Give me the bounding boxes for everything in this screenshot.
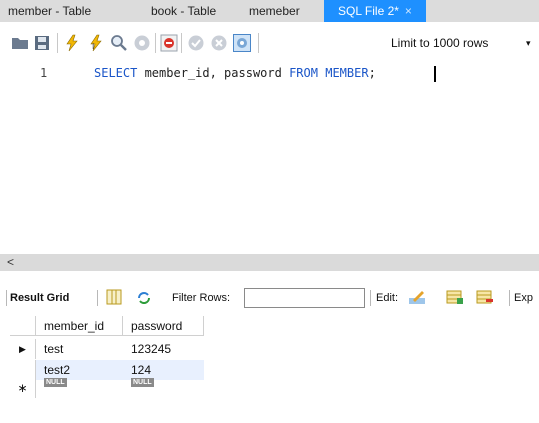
new-row-cell[interactable]: NULL — [123, 376, 204, 396]
table-cell[interactable]: test — [36, 339, 123, 359]
toolbar-separator — [57, 33, 58, 53]
svg-text:I: I — [92, 42, 94, 51]
new-row-cell[interactable]: NULL — [36, 376, 123, 396]
toolbar-separator — [509, 290, 510, 306]
toolbar-separator — [6, 290, 7, 306]
rollback-icon[interactable] — [210, 34, 228, 52]
edit-pencil-icon[interactable] — [407, 288, 427, 306]
add-row-icon[interactable] — [446, 288, 464, 306]
column-header-password[interactable]: password — [123, 316, 204, 336]
sql-keyword-select: SELECT — [94, 66, 138, 80]
toolbar-separator — [155, 33, 156, 53]
execute-lightning-icon[interactable] — [63, 34, 81, 52]
line-number: 1 — [40, 66, 48, 80]
row-indicator-arrow: ▶ — [10, 339, 36, 359]
limit-rows-select[interactable]: Limit to 1000 rows — [391, 36, 488, 50]
table-cell[interactable]: 123245 — [123, 339, 204, 359]
tab-book-table[interactable]: book - Table — [118, 0, 223, 22]
sql-columns: member_id, password — [137, 66, 290, 80]
sql-editor[interactable] — [0, 62, 539, 254]
edit-label: Edit: — [376, 292, 399, 304]
autocommit-toggle-icon[interactable] — [233, 34, 251, 52]
delete-row-icon[interactable] — [476, 288, 494, 306]
execute-current-icon[interactable]: I — [87, 34, 105, 52]
tab-sql-file-2-label: SQL File 2* — [338, 4, 399, 18]
close-icon[interactable]: × — [405, 0, 412, 22]
result-grid-label[interactable]: Result Grid — [10, 292, 69, 304]
toolbar-separator — [181, 33, 182, 53]
sql-keyword-from: FROM — [289, 66, 318, 80]
export-label[interactable]: Exp — [514, 292, 533, 304]
null-badge: NULL — [131, 378, 154, 387]
tab-member-table[interactable]: member - Table — [0, 0, 118, 22]
refresh-icon[interactable] — [136, 290, 152, 306]
commit-icon[interactable] — [187, 34, 205, 52]
grid-view-icon[interactable] — [106, 289, 122, 305]
scroll-left-icon[interactable]: < — [7, 254, 14, 271]
filter-rows-label: Filter Rows: — [172, 292, 231, 304]
row-indicator — [10, 360, 36, 380]
document-tab-bar: member - Table book - Table memeber SQL … — [0, 0, 539, 22]
sql-semicolon: ; — [368, 66, 376, 80]
new-row-indicator: ∗ — [10, 378, 36, 398]
open-folder-icon[interactable] — [11, 34, 29, 52]
column-header-member-id[interactable]: member_id — [36, 316, 123, 336]
grid-corner — [10, 316, 36, 336]
stop-icon[interactable] — [133, 34, 151, 52]
save-icon[interactable] — [33, 34, 51, 52]
sql-table-name: MEMBER — [325, 66, 369, 80]
explain-magnifier-icon[interactable] — [110, 34, 128, 52]
null-badge: NULL — [44, 378, 67, 387]
tab-sql-file-2[interactable]: SQL File 2* × — [324, 0, 426, 22]
chevron-down-icon[interactable]: ▾ — [526, 38, 531, 49]
tab-memeber[interactable]: memeber — [223, 0, 324, 22]
toolbar-separator — [97, 290, 98, 306]
toggle-error-icon[interactable] — [160, 34, 178, 52]
toolbar-separator — [258, 33, 259, 53]
text-caret — [434, 66, 436, 82]
filter-rows-input[interactable] — [244, 288, 365, 308]
horizontal-scrollbar[interactable]: < — [0, 254, 539, 271]
toolbar-separator — [370, 290, 371, 306]
sql-code-line[interactable]: SELECT member_id, password FROM MEMBER; — [94, 66, 376, 80]
